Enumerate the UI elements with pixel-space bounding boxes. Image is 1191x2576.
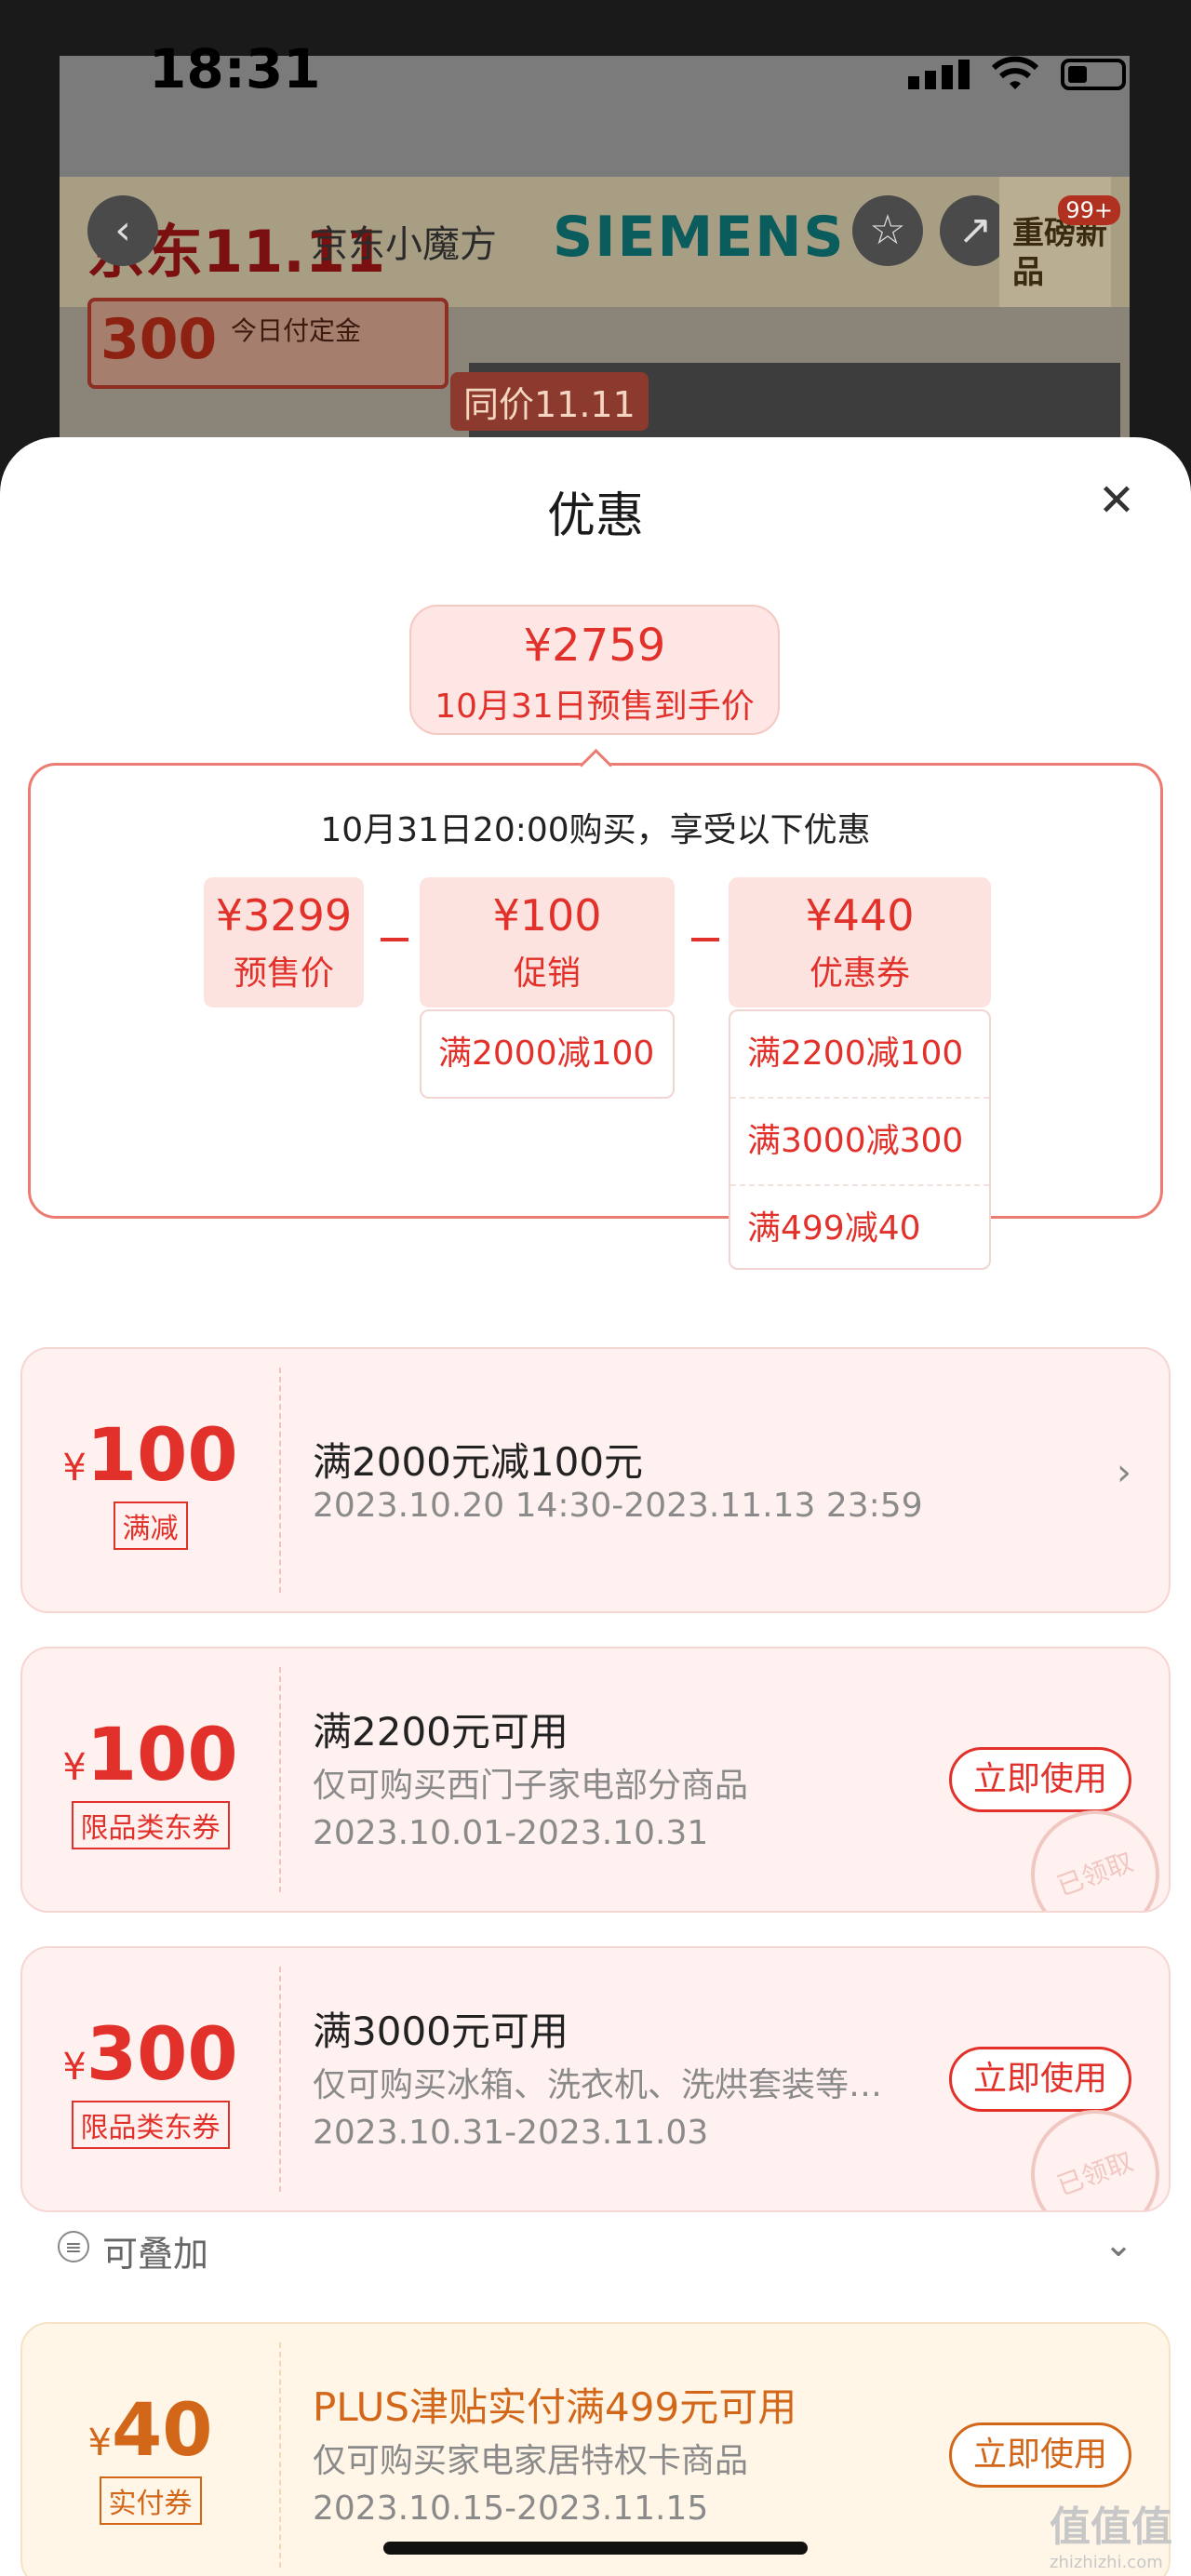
chevron-down-icon[interactable]: ⌄ bbox=[1104, 2223, 1133, 2264]
coupon-cell: ¥440 优惠券 bbox=[729, 877, 991, 1008]
coupon-divider bbox=[279, 1368, 281, 1593]
coupon-amount-area: ¥40 实付券 bbox=[22, 2324, 278, 2576]
presale-price-cell: ¥3299 预售价 bbox=[204, 877, 364, 1008]
calc-title: 10月31日20:00购买，享受以下优惠 bbox=[320, 811, 871, 849]
use-now-button[interactable]: 立即使用 bbox=[949, 2423, 1131, 2488]
stack-icon: ≡ bbox=[58, 2231, 89, 2262]
coupon-divider bbox=[279, 1967, 281, 2192]
coupon-amount-area: ¥300 限品类东券 bbox=[22, 1948, 278, 2210]
coupon-divider bbox=[279, 2342, 281, 2568]
deposit-amount: 300 bbox=[100, 307, 218, 372]
promo-detail-item: 满2000减100 bbox=[438, 1034, 655, 1073]
coupon-title: 满2000元减100元 bbox=[313, 1439, 644, 1485]
watermark: 值值值 zhizhizhi.com bbox=[1050, 2493, 1172, 2572]
final-price-label: 10月31日预售到手价 bbox=[435, 687, 755, 726]
coupon-label: 优惠券 bbox=[809, 954, 910, 993]
badge-text: 重磅新品 bbox=[1012, 215, 1107, 291]
use-now-button[interactable]: 立即使用 bbox=[949, 2047, 1131, 2112]
star-icon[interactable]: ☆ bbox=[852, 195, 923, 266]
coupon-detail-item: 满499减40 bbox=[747, 1209, 921, 1248]
discount-sheet: 优惠 ✕ ¥2759 10月31日预售到手价 10月31日20:00购买，享受以… bbox=[0, 437, 1191, 2576]
promo-detail-list: 满2000减100 bbox=[420, 1009, 675, 1099]
deposit-text: 今日付定金 bbox=[231, 315, 362, 346]
coupon-amount-area: ¥100 限品类东券 bbox=[22, 1648, 278, 1911]
coupon-description: 仅可购买西门子家电部分商品 bbox=[313, 1767, 749, 1805]
coupon-date: 2023.10.15-2023.11.15 bbox=[313, 2489, 709, 2528]
coupon-date: 2023.10.01-2023.10.31 bbox=[313, 1814, 709, 1852]
coupon-detail-list: 满2200减100 满3000减300 满499减40 bbox=[729, 1009, 991, 1270]
screen: 18:31 京东11.11 京东小魔方 SIEMENS ‹ ☆ ↗ 重磅新品 9… bbox=[0, 0, 1191, 2576]
watermark-url: zhizhizhi.com bbox=[1050, 2553, 1163, 2572]
status-time: 18:31 bbox=[149, 37, 321, 100]
minus-sign bbox=[691, 938, 719, 941]
currency-symbol: ¥ bbox=[62, 1447, 87, 1489]
coupon-type-tag: 限品类东券 bbox=[71, 1801, 230, 1849]
cart-count-badge: 99+ bbox=[1058, 195, 1120, 225]
signal-icon bbox=[908, 60, 970, 89]
coupon-card-plus: ¥40 实付券 PLUS津贴实付满499元可用 仅可购买家电家居特权卡商品 20… bbox=[20, 2322, 1171, 2576]
coupon-amount: 100 bbox=[86, 1414, 238, 1498]
coupon-type-tag: 实付券 bbox=[99, 2476, 202, 2525]
coupon-type-tag: 限品类东券 bbox=[71, 2101, 230, 2149]
stackable-row[interactable]: ≡ 可叠加 ⌄ bbox=[20, 2212, 1171, 2287]
coupon-card-full-reduction[interactable]: ¥100 满减 满2000元减100元 2023.10.20 14:30-202… bbox=[20, 1347, 1171, 1613]
coupon-card-3000: ¥300 限品类东券 满3000元可用 仅可购买冰箱、洗衣机、洗烘套装等… 20… bbox=[20, 1946, 1171, 2212]
price-calculation-box: 10月31日20:00购买，享受以下优惠 ¥3299 预售价 ¥100 促销 满… bbox=[28, 763, 1163, 1270]
final-price-bubble: ¥2759 10月31日预售到手价 bbox=[409, 605, 780, 735]
promo-cell: ¥100 促销 bbox=[420, 877, 675, 1008]
battery-icon bbox=[1061, 59, 1126, 90]
currency-symbol: ¥ bbox=[87, 2422, 112, 2464]
coupon-card-2200: ¥100 限品类东券 满2200元可用 仅可购买西门子家电部分商品 2023.1… bbox=[20, 1647, 1171, 1913]
coupon-description: 仅可购买冰箱、洗衣机、洗烘套装等… bbox=[313, 2066, 883, 2104]
deposit-coupon-banner: 300 今日付定金 bbox=[87, 298, 448, 389]
sheet-title: 优惠 bbox=[546, 488, 644, 544]
minus-sign bbox=[381, 938, 408, 941]
promo-label: 促销 bbox=[513, 954, 581, 993]
wifi-icon bbox=[992, 56, 1038, 89]
coupon-amount: 300 bbox=[86, 2013, 238, 2097]
coupon-title: PLUS津贴实付满499元可用 bbox=[313, 2384, 797, 2430]
chevron-right-icon[interactable]: › bbox=[1117, 1451, 1131, 1494]
promo-value: ¥100 bbox=[492, 890, 602, 941]
coupon-amount: 100 bbox=[86, 1714, 238, 1797]
presale-price-value: ¥3299 bbox=[215, 890, 353, 941]
same-price-tag: 同价11.11 bbox=[450, 372, 649, 431]
close-icon[interactable]: ✕ bbox=[1089, 474, 1144, 527]
coupon-detail-item: 满2200减100 bbox=[730, 1011, 989, 1099]
status-icons bbox=[908, 56, 1126, 93]
siemens-logo: SIEMENS bbox=[553, 205, 846, 270]
jd-mofang-logo: 京东小魔方 bbox=[311, 223, 497, 266]
final-price: ¥2759 bbox=[523, 620, 666, 672]
currency-symbol: ¥ bbox=[62, 1746, 87, 1789]
watermark-text: 值值值 bbox=[1050, 2503, 1172, 2551]
presale-price-label: 预售价 bbox=[233, 954, 334, 993]
stackable-label: 可叠加 bbox=[102, 2234, 209, 2275]
coupon-detail-item: 满3000减300 bbox=[730, 1099, 989, 1186]
coupon-title: 满3000元可用 bbox=[313, 2009, 569, 2054]
home-indicator[interactable] bbox=[383, 2542, 808, 2555]
coupon-value: ¥440 bbox=[805, 890, 915, 941]
coupon-amount-area: ¥100 满减 bbox=[22, 1349, 278, 1611]
coupon-divider bbox=[279, 1667, 281, 1892]
coupon-amount: 40 bbox=[111, 2389, 213, 2473]
coupon-description: 仅可购买家电家居特权卡商品 bbox=[313, 2442, 749, 2480]
back-icon[interactable]: ‹ bbox=[87, 195, 158, 266]
coupon-title: 满2200元可用 bbox=[313, 1709, 569, 1755]
coupon-date: 2023.10.20 14:30-2023.11.13 23:59 bbox=[313, 1487, 923, 1525]
coupon-type-tag: 满减 bbox=[113, 1502, 188, 1550]
coupon-date: 2023.10.31-2023.11.03 bbox=[313, 2114, 709, 2152]
currency-symbol: ¥ bbox=[62, 2046, 87, 2089]
use-now-button[interactable]: 立即使用 bbox=[949, 1747, 1131, 1812]
